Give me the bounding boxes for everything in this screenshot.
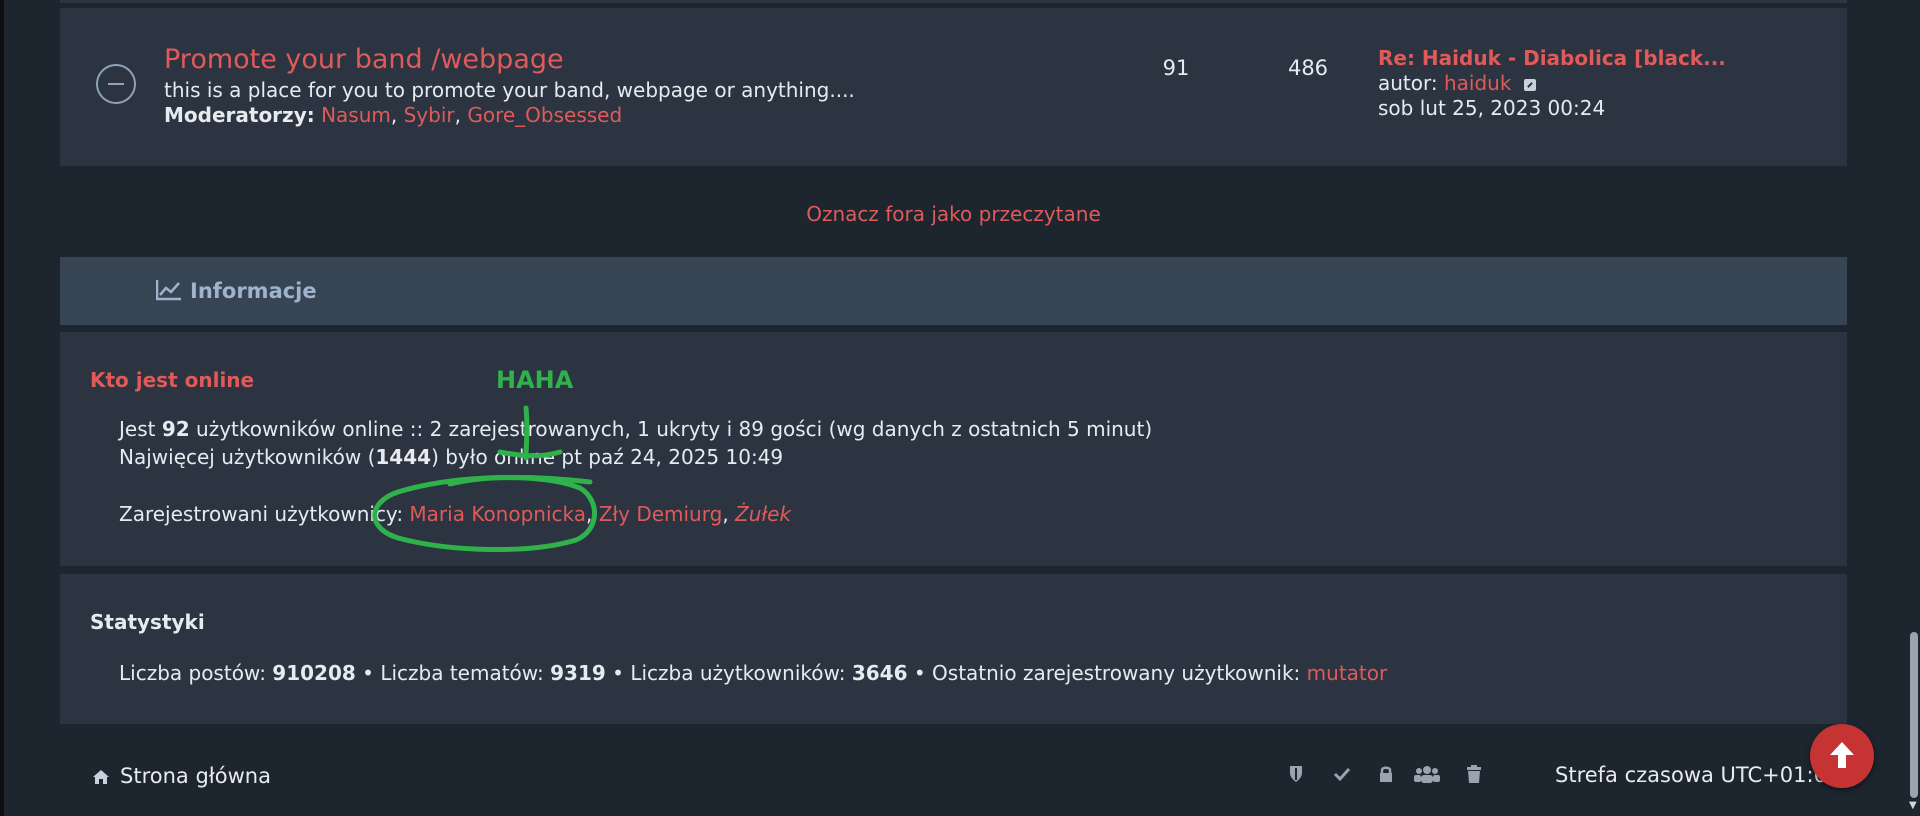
annotation-text: HAHA bbox=[496, 366, 574, 394]
moderator-link[interactable]: Sybir bbox=[404, 103, 455, 127]
topics-count: 91 bbox=[1162, 56, 1190, 80]
moderators-label: Moderatorzy: bbox=[164, 103, 315, 127]
moderator-link[interactable]: Gore_Obsessed bbox=[467, 103, 622, 127]
user-separator: , bbox=[586, 502, 593, 526]
registered-label: Zarejestrowani użytkownicy: bbox=[119, 502, 404, 526]
topics-label: Liczba tematów: bbox=[380, 661, 544, 685]
info-section-header: Informacje bbox=[60, 257, 1847, 325]
newest-user-link[interactable]: mutator bbox=[1307, 661, 1388, 685]
record-prefix: Najwięcej użytkowników ( bbox=[119, 445, 376, 469]
forum-row: Promote your band /webpage this is a pla… bbox=[60, 8, 1847, 166]
mark-read-text[interactable]: Oznacz fora jako przeczytane bbox=[806, 202, 1101, 226]
topics-total: 9319 bbox=[550, 661, 606, 685]
user-link[interactable]: Zły Demiurg bbox=[599, 502, 723, 526]
chart-line-icon bbox=[156, 280, 181, 301]
trash-icon[interactable] bbox=[1464, 764, 1484, 784]
lock-icon[interactable] bbox=[1376, 764, 1396, 784]
who-is-online-heading[interactable]: Kto jest online bbox=[90, 368, 254, 392]
user-link[interactable]: Żułek bbox=[735, 502, 791, 526]
author-link[interactable]: haiduk bbox=[1444, 71, 1511, 95]
home-link[interactable]: Strona główna bbox=[92, 764, 271, 788]
user-separator: , bbox=[722, 502, 729, 526]
moderator-link[interactable]: Nasum bbox=[321, 103, 391, 127]
online-record: Najwięcej użytkowników (1444) było onlin… bbox=[119, 445, 783, 469]
posts-count: 486 bbox=[1287, 56, 1329, 80]
timezone-label: Strefa czasowa UTC+01:00 bbox=[1555, 763, 1841, 787]
statistics-panel: Statystyki Liczba postów: 910208 • Liczb… bbox=[60, 574, 1847, 724]
top-divider bbox=[60, 0, 1847, 3]
user-link[interactable]: Maria Konopnicka bbox=[409, 502, 586, 526]
left-edge bbox=[0, 0, 4, 816]
mark-forums-read-link[interactable]: Oznacz fora jako przeczytane bbox=[60, 202, 1847, 226]
online-prefix: Jest bbox=[119, 417, 156, 441]
arrow-up-icon bbox=[1830, 742, 1854, 768]
goto-post-icon[interactable] bbox=[1523, 78, 1536, 91]
scroll-to-top-button[interactable] bbox=[1810, 724, 1874, 788]
users-total: 3646 bbox=[851, 661, 908, 685]
record-suffix: ) było online pt paź 24, 2025 10:49 bbox=[431, 445, 784, 469]
posts-label: Liczba postów: bbox=[119, 661, 266, 685]
last-post-author: autor: haiduk bbox=[1378, 71, 1536, 95]
forum-title-link[interactable]: Promote your band /webpage bbox=[164, 44, 564, 75]
moderator-separator: , bbox=[390, 103, 398, 127]
users-icon[interactable] bbox=[1414, 764, 1440, 784]
online-summary: Jest 92 użytkowników online :: 2 zarejes… bbox=[119, 417, 1152, 441]
who-is-online-panel: Kto jest online Jest 92 użytkowników onl… bbox=[60, 332, 1847, 566]
author-label: autor: bbox=[1378, 71, 1438, 95]
forum-read-icon bbox=[96, 64, 136, 104]
home-icon bbox=[93, 770, 109, 784]
moderator-separator: , bbox=[454, 103, 461, 127]
shield-icon[interactable] bbox=[1286, 764, 1306, 784]
online-total: 92 bbox=[161, 417, 190, 441]
stat-bullet: • bbox=[913, 661, 926, 685]
scrollbar-thumb[interactable] bbox=[1910, 632, 1918, 798]
info-title: Informacje bbox=[190, 279, 317, 303]
stat-bullet: • bbox=[362, 661, 374, 685]
scrollbar-down-arrow[interactable]: ▼ bbox=[1909, 800, 1917, 811]
posts-total: 910208 bbox=[272, 661, 356, 685]
stat-bullet: • bbox=[612, 661, 624, 685]
check-icon[interactable] bbox=[1332, 764, 1352, 784]
forum-moderators: Moderatorzy: Nasum, Sybir, Gore_Obsessed bbox=[164, 103, 622, 127]
statistics-line: Liczba postów: 910208 • Liczba tematów: … bbox=[119, 661, 1387, 685]
last-post-date: sob lut 25, 2023 00:24 bbox=[1378, 96, 1606, 120]
home-label[interactable]: Strona główna bbox=[120, 764, 271, 788]
newest-label: Ostatnio zarejestrowany użytkownik: bbox=[932, 661, 1301, 685]
statistics-heading: Statystyki bbox=[90, 610, 205, 634]
forum-description: this is a place for you to promote your … bbox=[164, 78, 855, 102]
registered-users: Zarejestrowani użytkownicy: Maria Konopn… bbox=[119, 502, 791, 526]
online-suffix: użytkowników online :: 2 zarejestrowanyc… bbox=[196, 417, 1153, 441]
record-max: 1444 bbox=[375, 445, 432, 469]
last-post-link[interactable]: Re: Haiduk - Diabolica [black... bbox=[1378, 46, 1726, 70]
users-label: Liczba użytkowników: bbox=[630, 661, 846, 685]
